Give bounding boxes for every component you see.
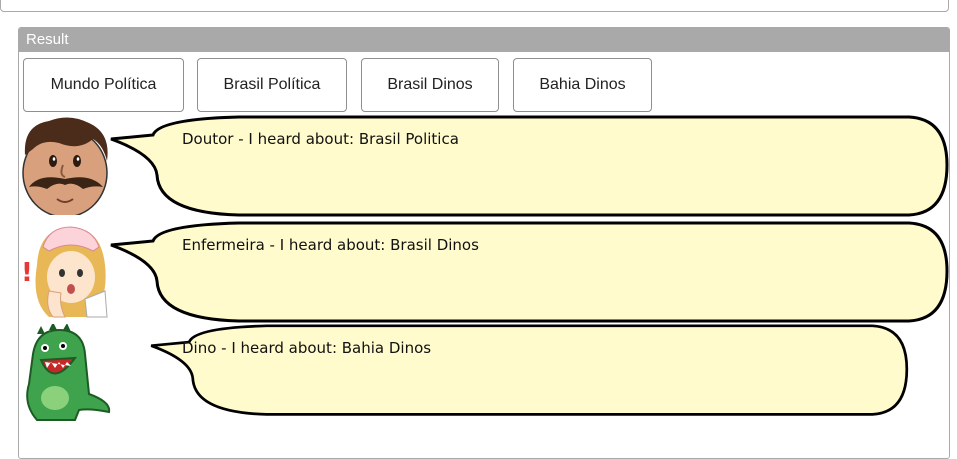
result-header: Result <box>19 28 949 52</box>
bahia-dinos-button[interactable]: Bahia Dinos <box>513 58 652 112</box>
brasil-dinos-button[interactable]: Brasil Dinos <box>361 58 499 112</box>
dino-icon <box>26 324 111 421</box>
brasil-politica-button[interactable]: Brasil Política <box>197 58 347 112</box>
svg-text:!: ! <box>21 258 33 288</box>
message-text-dino: Dino - I heard about: Bahia Dinos <box>182 339 432 357</box>
message-row-nurse: ! Enfermeira - I heard about: Brasil Din… <box>19 221 949 323</box>
nurse-icon: ! <box>21 226 108 318</box>
message-text-doctor: Doutor - I heard about: Brasil Politica <box>182 130 459 148</box>
message-row-doctor: Doutor - I heard about: Brasil Politica <box>19 115 949 217</box>
result-panel: Result Mundo Política Brasil Política Br… <box>18 27 950 459</box>
mundo-politica-button[interactable]: Mundo Política <box>23 58 184 112</box>
doctor-icon <box>22 117 108 215</box>
top-panel <box>0 0 949 12</box>
message-row-dino: Dino - I heard about: Bahia Dinos <box>19 324 949 424</box>
message-text-nurse: Enfermeira - I heard about: Brasil Dinos <box>182 236 479 254</box>
